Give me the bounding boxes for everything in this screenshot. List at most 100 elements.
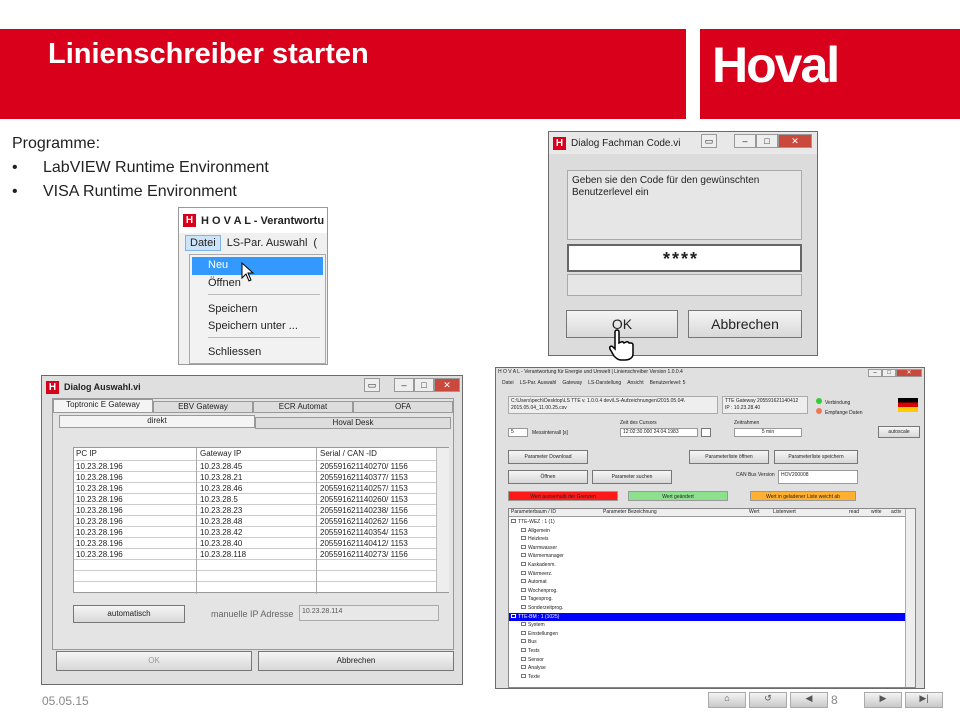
german-flag-icon[interactable]: [898, 398, 918, 412]
table-row[interactable]: 10.23.28.196 10.23.28.118 205591621140273/…: [74, 548, 436, 559]
table-row[interactable]: 10.23.28.196 10.23.28.40 205591621140412/ …: [74, 537, 436, 548]
save-list-button[interactable]: Parameterliste speichern: [774, 450, 858, 464]
tree-row[interactable]: Wärmeerz.: [509, 570, 905, 579]
table-cell: 10.23.28.196: [76, 550, 123, 559]
table-cell: 205591621140273/ 1156: [320, 550, 408, 559]
tree-row[interactable]: Sensor: [509, 656, 905, 665]
tree-row[interactable]: Tests: [509, 647, 905, 656]
tab-toptronic[interactable]: Toptronic E Gateway: [53, 399, 153, 413]
close-icon[interactable]: ✕: [896, 369, 922, 377]
minimize-icon[interactable]: –: [394, 378, 414, 392]
tree-row[interactable]: Bus: [509, 638, 905, 647]
tree-row[interactable]: Kaskadenm.: [509, 561, 905, 570]
cancel-button[interactable]: Abbrechen: [688, 310, 802, 338]
menu-item-schliessen[interactable]: Schliessen: [208, 346, 261, 358]
footer-date: 05.05.15: [42, 694, 89, 708]
menu-datei[interactable]: Datei: [185, 235, 221, 251]
parameter-download-button[interactable]: Parameter Download: [508, 450, 588, 464]
ls-menu-item[interactable]: Gateway: [562, 380, 582, 386]
tree-label: System: [528, 622, 545, 629]
restore-icon[interactable]: ▭: [364, 378, 380, 392]
code-input[interactable]: ****: [567, 244, 802, 272]
automatisch-button[interactable]: automatisch: [73, 605, 185, 623]
close-icon[interactable]: ✕: [434, 378, 460, 392]
return-icon[interactable]: ↺: [749, 692, 787, 708]
gateway-table[interactable]: PC IP Gateway IP Serial / CAN -ID 10.23.…: [73, 447, 449, 594]
ls-menu-item[interactable]: Benutzerlevel: 5: [650, 380, 686, 386]
table-cell: 10.23.28.23: [200, 506, 243, 515]
tree-scrollbar[interactable]: [905, 509, 915, 687]
status-indicators: Verbindung Empfange Daten: [816, 398, 863, 418]
table-row[interactable]: 10.23.28.196 10.23.28.23 205591621140238/ …: [74, 504, 436, 515]
table-row[interactable]: 10.23.28.196 10.23.28.21 205591621140377/ …: [74, 471, 436, 482]
table-scrollbar[interactable]: [436, 448, 449, 592]
interval-input[interactable]: 5: [508, 428, 528, 437]
menu-item-speichern[interactable]: Speichern: [208, 303, 258, 315]
column-header: Gateway IP: [200, 449, 242, 458]
legend-item: Wert ausserhalb der Grenzen: [508, 491, 618, 501]
last-slide-icon[interactable]: ▶|: [905, 692, 943, 708]
subtab-direkt[interactable]: direkt: [59, 415, 255, 428]
restore-icon[interactable]: ▭: [701, 134, 717, 148]
ls-menu-item[interactable]: Ansicht: [627, 380, 643, 386]
tree-row[interactable]: Tagesprog.: [509, 595, 905, 604]
tree-row[interactable]: Heizkreis: [509, 535, 905, 544]
tab-ofa[interactable]: OFA: [353, 401, 453, 413]
menu-item-speichern-unter[interactable]: Speichern unter ...: [208, 320, 298, 332]
open-button[interactable]: Öffnen: [508, 470, 588, 484]
table-row[interactable]: 10.23.28.196 10.23.28.45 205591621140270/ …: [74, 460, 436, 471]
manual-ip-input[interactable]: 10.23.28.114: [299, 605, 439, 621]
tree-row[interactable]: TTE-BM : 1 (1025): [509, 612, 905, 622]
ls-menu-item[interactable]: Datei: [502, 380, 514, 386]
autoscale-button[interactable]: autoscale: [878, 426, 920, 438]
table-row[interactable]: 10.23.28.196 10.23.28.46 205591621140257/ …: [74, 482, 436, 493]
search-parameter-button[interactable]: Parameter suchen: [592, 470, 672, 484]
parameter-tree-table[interactable]: Parameterbaum / ID Parameter Bezeichnung W…: [508, 508, 916, 688]
legend-item: Wert in geladener Liste weicht ab: [750, 491, 856, 501]
calendar-icon[interactable]: [701, 428, 711, 437]
menu-item-oeffnen[interactable]: Öffnen: [208, 277, 241, 289]
maximize-icon[interactable]: □: [414, 378, 434, 392]
menu-item-neu[interactable]: Neu: [192, 257, 323, 275]
tree-label: Kaskadenm.: [528, 562, 556, 568]
tree-row[interactable]: Wochenprog.: [509, 587, 905, 596]
zoom-input[interactable]: 5 min: [734, 428, 802, 437]
tree-row[interactable]: Automat: [509, 578, 905, 587]
tree-row[interactable]: TTE-WEZ : 1 (1): [509, 518, 905, 527]
tree-row[interactable]: Einstellungen: [509, 630, 905, 639]
previous-icon[interactable]: ◀: [790, 692, 828, 708]
tree-row[interactable]: Warmwasser: [509, 544, 905, 553]
next-icon[interactable]: ▶: [864, 692, 902, 708]
minimize-icon[interactable]: –: [868, 369, 882, 377]
tree-row[interactable]: Texte: [509, 673, 905, 682]
table-row[interactable]: 10.23.28.196 10.23.28.5 205591621140260/ 1…: [74, 493, 436, 504]
ok-button[interactable]: OK: [56, 651, 252, 671]
subtab-hoval-desk[interactable]: Hoval Desk: [255, 417, 451, 429]
minimize-icon[interactable]: –: [734, 134, 756, 148]
close-icon[interactable]: ✕: [778, 134, 812, 148]
app-title-bar: H H O V A L - Verantwortu: [179, 208, 327, 233]
table-row[interactable]: 10.23.28.196 10.23.28.48 205591621140262/ …: [74, 515, 436, 526]
tab-ebv[interactable]: EBV Gateway: [153, 401, 253, 413]
ls-menu-item[interactable]: LS-Par. Auswahl: [520, 380, 557, 386]
table-row[interactable]: 10.23.28.196 10.23.28.42 205591621140354/ …: [74, 526, 436, 537]
tree-row[interactable]: Allgemein: [509, 527, 905, 536]
ls-menu-item[interactable]: LS-Darstellung: [588, 380, 621, 386]
tree-row[interactable]: Analyse: [509, 664, 905, 673]
tree-row[interactable]: Wärmemanager: [509, 552, 905, 561]
tab-ecr[interactable]: ECR Automat: [253, 401, 353, 413]
file-dropdown: Neu Öffnen Speichern Speichern unter ...…: [189, 254, 326, 364]
tree-label: Wärmeerz.: [528, 570, 553, 577]
tree-row[interactable]: System: [509, 621, 905, 630]
cancel-button[interactable]: Abbrechen: [258, 651, 454, 671]
tree-row[interactable]: Sonderzeitprog.: [509, 604, 905, 613]
dialog-title: Dialog Fachman Code.vi: [571, 137, 681, 149]
maximize-icon[interactable]: □: [882, 369, 896, 377]
open-list-button[interactable]: Parameterliste öffnen: [689, 450, 769, 464]
column-header: Parameterbaum / ID: [511, 509, 557, 515]
home-icon[interactable]: ⌂: [708, 692, 746, 708]
menu-more[interactable]: (: [313, 237, 317, 249]
menu-ls-par-auswahl[interactable]: LS-Par. Auswahl: [221, 237, 314, 249]
cursor-time-input[interactable]: 12:02:30.000 24.04.1983: [620, 428, 698, 437]
maximize-icon[interactable]: □: [756, 134, 778, 148]
